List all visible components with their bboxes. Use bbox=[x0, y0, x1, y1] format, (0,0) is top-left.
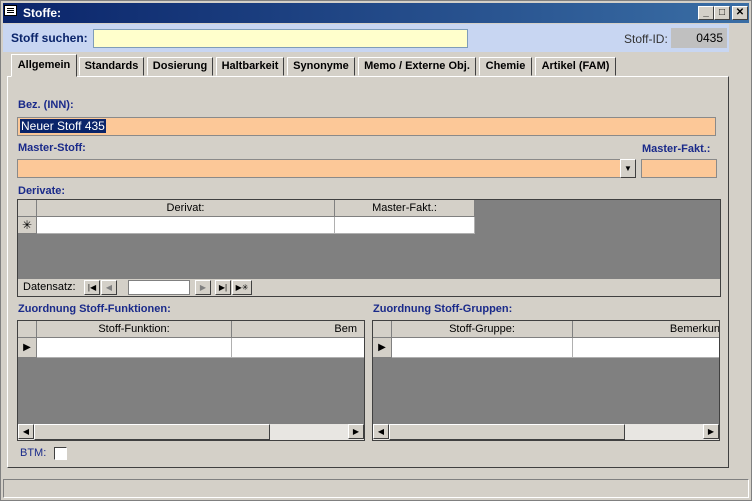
horizontal-scrollbar[interactable]: ◀ ▶ bbox=[373, 424, 719, 440]
gruppen-label: Zuordnung Stoff-Gruppen: bbox=[373, 303, 513, 315]
tab-synonyme[interactable]: Synonyme bbox=[287, 57, 355, 76]
row-pointer-icon[interactable]: ▶ bbox=[18, 338, 37, 358]
master-fakt-column-header[interactable]: Master-Fakt.: bbox=[335, 200, 475, 217]
bez-label: Bez. (INN): bbox=[18, 99, 74, 111]
derivate-subform: Derivat: Master-Fakt.: ✳ Datensatz: |◀ ◀… bbox=[17, 199, 721, 297]
nav-new-icon[interactable]: ▶✳ bbox=[232, 280, 252, 295]
stoff-gruppe-column-header[interactable]: Stoff-Gruppe: bbox=[392, 321, 573, 338]
window-title: Stoffe: bbox=[23, 6, 61, 20]
tab-allgemein[interactable]: Allgemein bbox=[11, 54, 77, 77]
nav-label: Datensatz: bbox=[23, 281, 76, 293]
bez-field[interactable]: Neuer Stoff 435 bbox=[17, 117, 716, 136]
nav-first-icon[interactable]: |◀ bbox=[84, 280, 100, 295]
close-button[interactable]: ✕ bbox=[732, 6, 748, 20]
scroll-right-icon[interactable]: ▶ bbox=[703, 424, 719, 439]
master-fakt-cell[interactable] bbox=[335, 217, 475, 234]
bemerkung-cell[interactable] bbox=[232, 338, 364, 358]
nav-record-input[interactable] bbox=[128, 280, 190, 295]
nav-last-icon[interactable]: ▶| bbox=[215, 280, 231, 295]
derivat-column-header[interactable]: Derivat: bbox=[37, 200, 335, 217]
master-fakt-input[interactable] bbox=[641, 159, 717, 178]
grid-corner bbox=[373, 321, 392, 338]
derivate-label: Derivate: bbox=[18, 185, 66, 197]
stoff-funktion-cell[interactable] bbox=[37, 338, 232, 358]
tab-artikel[interactable]: Artikel (FAM) bbox=[535, 57, 616, 76]
bez-value: Neuer Stoff 435 bbox=[20, 119, 106, 133]
row-pointer-icon[interactable]: ▶ bbox=[373, 338, 392, 358]
status-bar bbox=[3, 479, 749, 498]
search-input[interactable] bbox=[93, 29, 468, 48]
minimize-button[interactable]: _ bbox=[698, 6, 714, 20]
maximize-button[interactable]: □ bbox=[714, 6, 730, 20]
window: Stoffe: _ □ ✕ Stoff suchen: Stoff-ID: 04… bbox=[0, 0, 752, 501]
master-fakt-label: Master-Fakt.: bbox=[642, 143, 711, 155]
funktionen-label: Zuordnung Stoff-Funktionen: bbox=[18, 303, 171, 315]
stoff-funktion-column-header[interactable]: Stoff-Funktion: bbox=[37, 321, 232, 338]
gruppen-subform: Stoff-Gruppe: Bemerkun ▶ ◀ ▶ bbox=[372, 320, 720, 441]
stoff-id-value: 0435 bbox=[671, 28, 727, 48]
tab-memo[interactable]: Memo / Externe Obj. bbox=[358, 57, 476, 76]
grid-corner bbox=[18, 321, 37, 338]
record-navigator: Datensatz: |◀ ◀ ▶ ▶| ▶✳ bbox=[18, 279, 720, 296]
bemerkung-cell[interactable] bbox=[573, 338, 719, 358]
stoff-id-label: Stoff-ID: bbox=[624, 32, 668, 46]
title-bar: Stoffe: bbox=[3, 3, 749, 23]
bemerkung-column-header[interactable]: Bemerkun bbox=[573, 321, 719, 338]
scroll-right-icon[interactable]: ▶ bbox=[348, 424, 364, 439]
new-record-icon[interactable]: ✳ bbox=[18, 217, 37, 234]
funktionen-subform: Stoff-Funktion: Bem ▶ ◀ ▶ bbox=[17, 320, 365, 441]
search-label: Stoff suchen: bbox=[11, 31, 88, 45]
btm-checkbox[interactable] bbox=[54, 447, 67, 460]
tab-standards[interactable]: Standards bbox=[79, 57, 144, 76]
stoff-gruppe-cell[interactable] bbox=[392, 338, 573, 358]
tab-haltbarkeit[interactable]: Haltbarkeit bbox=[216, 57, 284, 76]
master-stoff-label: Master-Stoff: bbox=[18, 142, 86, 154]
btm-label: BTM: bbox=[20, 447, 47, 459]
scroll-thumb[interactable] bbox=[389, 424, 625, 440]
scroll-left-icon[interactable]: ◀ bbox=[373, 424, 389, 439]
master-stoff-combo[interactable] bbox=[17, 159, 621, 178]
scroll-left-icon[interactable]: ◀ bbox=[18, 424, 34, 439]
form-icon bbox=[4, 5, 17, 16]
scroll-thumb[interactable] bbox=[34, 424, 270, 440]
derivat-cell[interactable] bbox=[37, 217, 335, 234]
tab-chemie[interactable]: Chemie bbox=[479, 57, 532, 76]
nav-prev-icon[interactable]: ◀ bbox=[101, 280, 117, 295]
bemerkung-column-header[interactable]: Bem bbox=[232, 321, 364, 338]
dropdown-arrow-icon[interactable]: ▼ bbox=[620, 159, 636, 178]
horizontal-scrollbar[interactable]: ◀ ▶ bbox=[18, 424, 364, 440]
tab-dosierung[interactable]: Dosierung bbox=[147, 57, 213, 76]
nav-next-icon[interactable]: ▶ bbox=[195, 280, 211, 295]
grid-corner bbox=[18, 200, 37, 217]
